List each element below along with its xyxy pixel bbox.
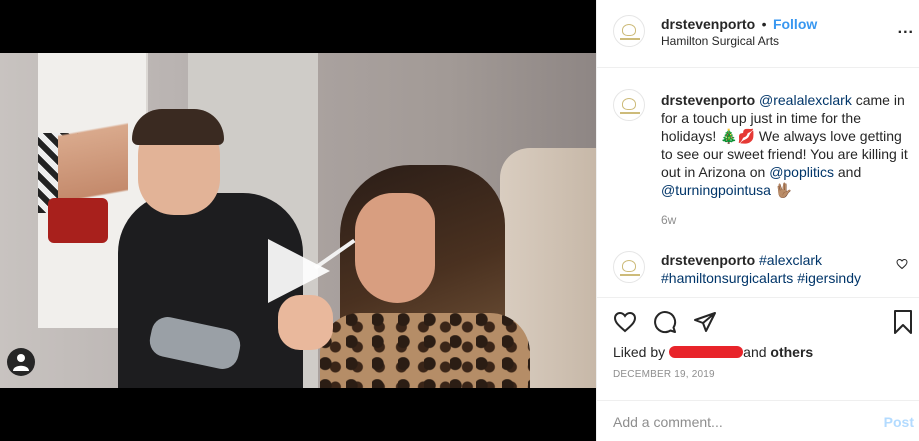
caption-emoji: 🖖🏽 <box>770 182 793 198</box>
comments-section: drstevenporto @realalexclark came in for… <box>597 69 919 297</box>
caption-avatar[interactable] <box>613 89 645 121</box>
likes-others-link[interactable]: others <box>770 344 813 360</box>
location-link[interactable]: Hamilton Surgical Arts <box>661 34 779 48</box>
ellipsis-icon[interactable]: ... <box>898 20 914 38</box>
comment-heart-icon[interactable] <box>896 258 908 270</box>
post-side-panel: drstevenporto • Follow Hamilton Surgical… <box>596 0 919 441</box>
comment-input[interactable] <box>613 412 863 432</box>
play-icon[interactable] <box>268 239 330 303</box>
mention-link[interactable]: @turningpointusa <box>661 182 771 198</box>
comment-icon[interactable] <box>653 310 677 334</box>
mention-link[interactable]: @realalexclark <box>759 92 852 108</box>
heart-icon[interactable] <box>613 310 637 334</box>
caption-text: drstevenporto @realalexclark came in for… <box>661 91 909 199</box>
post-video[interactable] <box>0 53 596 388</box>
hashtag-link[interactable]: #hamiltonsurgicalarts <box>661 270 793 286</box>
follow-button[interactable]: Follow <box>773 16 817 32</box>
hashtag-link[interactable]: #alexclark <box>759 252 822 268</box>
caption-connector: and <box>833 164 862 180</box>
add-comment-bar: Post <box>597 400 919 441</box>
likes-connector: and <box>743 344 767 360</box>
comment-avatar[interactable] <box>613 251 645 283</box>
user-icon <box>13 354 29 371</box>
likes-summary: Liked by and others <box>613 344 813 360</box>
separator-dot: • <box>761 16 767 32</box>
post-header: drstevenporto • Follow Hamilton Surgical… <box>597 0 919 68</box>
user-tags-button[interactable] <box>7 348 35 376</box>
comment-username[interactable]: drstevenporto <box>661 252 755 268</box>
paper-plane-icon[interactable] <box>693 310 717 334</box>
author-username[interactable]: drstevenporto <box>661 16 755 32</box>
bookmark-icon[interactable] <box>893 310 913 334</box>
header-title-row: drstevenporto • Follow <box>661 16 817 34</box>
post-media <box>0 0 596 441</box>
hashtag-link[interactable]: #igersindy <box>797 270 861 286</box>
redacted-username[interactable] <box>669 346 744 358</box>
post-actions: Liked by and others DECEMBER 19, 2019 Pos… <box>597 297 919 441</box>
post-comment-button[interactable]: Post <box>884 414 914 430</box>
mention-link[interactable]: @poplitics <box>769 164 834 180</box>
post-date[interactable]: DECEMBER 19, 2019 <box>613 369 715 380</box>
comment-text: drstevenporto #alexclark #hamiltonsurgic… <box>661 251 886 287</box>
author-avatar[interactable] <box>613 15 645 47</box>
liked-by-label: Liked by <box>613 344 666 360</box>
caption-timestamp[interactable]: 6w <box>661 213 676 227</box>
caption-username[interactable]: drstevenporto <box>661 92 755 108</box>
